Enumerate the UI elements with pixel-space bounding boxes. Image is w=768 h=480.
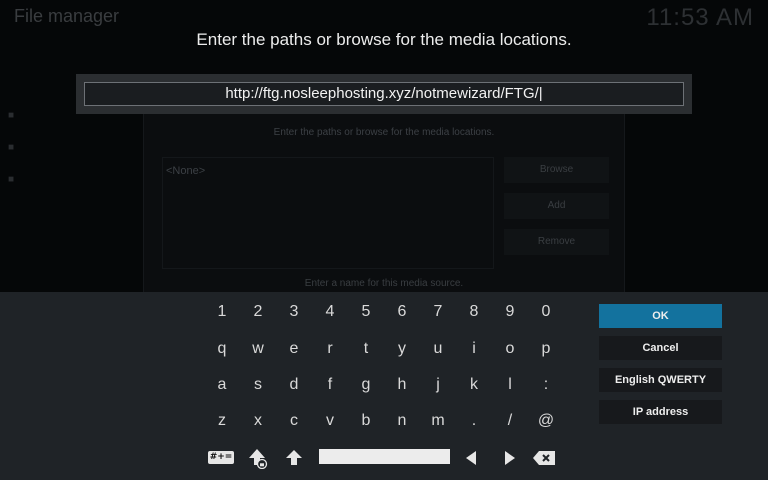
key-c[interactable]: c (277, 406, 311, 436)
key-9[interactable]: 9 (493, 297, 527, 327)
dialog-hint: Enter a name for this media source. (304, 278, 464, 289)
key-l[interactable]: l (493, 370, 527, 400)
key-e[interactable]: e (277, 334, 311, 364)
add-button: Add (504, 193, 609, 219)
source-list (162, 157, 494, 269)
key-/[interactable]: / (493, 406, 527, 436)
key-i[interactable]: i (457, 334, 491, 364)
key-k[interactable]: k (457, 370, 491, 400)
key-r[interactable]: r (313, 334, 347, 364)
dialog-title: Enter the paths or browse for the media … (273, 127, 495, 138)
key-w[interactable]: w (241, 334, 275, 364)
space-bar[interactable] (319, 449, 450, 464)
key-h[interactable]: h (385, 370, 419, 400)
key-y[interactable]: y (385, 334, 419, 364)
on-screen-keyboard: 1 2 3 4 5 6 7 8 9 0 q w e r t y u i o p a s d f g h j k l: z x c v b n m. / @… (0, 292, 768, 480)
key-z[interactable]: z (205, 406, 239, 436)
key-7[interactable]: 7 (421, 297, 455, 327)
sidebar-item: ■ (8, 174, 15, 185)
keyboard-prompt: Enter the paths or browse for the media … (196, 30, 572, 49)
key-u[interactable]: u (421, 334, 455, 364)
key-p[interactable]: p (529, 334, 563, 364)
browse-button: Browse (504, 157, 609, 183)
app-title: File manager (14, 6, 120, 26)
key-o[interactable]: o (493, 334, 527, 364)
key-5[interactable]: 5 (349, 297, 383, 327)
arrow-left-icon[interactable] (461, 447, 481, 469)
key-d[interactable]: d (277, 370, 311, 400)
shift-lock-icon[interactable] (244, 446, 270, 470)
input-frame: http://ftg.nosleephosting.xyz/notmewizar… (76, 74, 692, 114)
key-g[interactable]: g (349, 370, 383, 400)
key-v[interactable]: v (313, 406, 347, 436)
key-s[interactable]: s (241, 370, 275, 400)
key-b[interactable]: b (349, 406, 383, 436)
key-:[interactable]: : (529, 370, 563, 400)
key-3[interactable]: 3 (277, 297, 311, 327)
key-.[interactable]: . (457, 406, 491, 436)
symbols-icon[interactable]: #+= (205, 449, 237, 465)
key-n[interactable]: n (385, 406, 419, 436)
key-0[interactable]: 0 (529, 297, 563, 327)
key-4[interactable]: 4 (313, 297, 347, 327)
key-1[interactable]: 1 (205, 297, 239, 327)
path-input[interactable]: http://ftg.nosleephosting.xyz/notmewizar… (84, 82, 684, 106)
clock: 11:53 AM (646, 4, 754, 31)
cancel-button[interactable]: Cancel (599, 336, 722, 360)
remove-button: Remove (504, 229, 609, 255)
layout-button[interactable]: English QWERTY (599, 368, 722, 392)
add-source-dialog: Enter the paths or browse for the media … (143, 112, 625, 294)
source-list-empty: <None> (166, 165, 206, 177)
key-t[interactable]: t (349, 334, 383, 364)
key-m[interactable]: m (421, 406, 455, 436)
key-x[interactable]: x (241, 406, 275, 436)
key-q[interactable]: q (205, 334, 239, 364)
arrow-right-icon[interactable] (500, 447, 520, 469)
sidebar-item: ■ (8, 142, 15, 153)
key-6[interactable]: 6 (385, 297, 419, 327)
ip-address-button[interactable]: IP address (599, 400, 722, 424)
backspace-icon[interactable] (530, 447, 558, 469)
symbols-key-label: #+= (207, 450, 235, 464)
key-a[interactable]: a (205, 370, 239, 400)
ok-button[interactable]: OK (599, 304, 722, 328)
sidebar: ■ ■ ■ (0, 100, 140, 196)
shift-icon[interactable] (282, 446, 306, 470)
key-j[interactable]: j (421, 370, 455, 400)
key-8[interactable]: 8 (457, 297, 491, 327)
key-@[interactable]: @ (529, 406, 563, 436)
key-f[interactable]: f (313, 370, 347, 400)
key-2[interactable]: 2 (241, 297, 275, 327)
